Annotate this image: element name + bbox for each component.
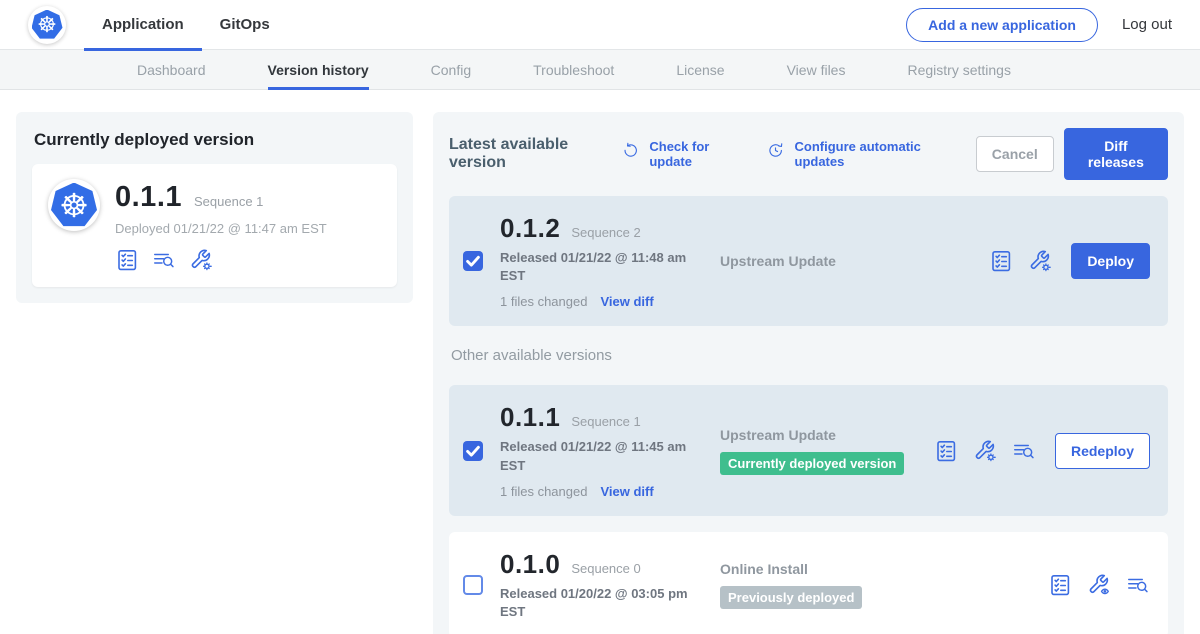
version-row: 0.1.0 Sequence 0 Released 01/20/22 @ 03:… <box>449 532 1168 634</box>
version-sequence: Sequence 0 <box>571 561 640 576</box>
available-header: Latest available version Check for updat… <box>449 128 1168 180</box>
version-number: 0.1.1 <box>500 402 560 433</box>
files-changed-label: 1 files changed <box>500 484 587 499</box>
version-actions: Redeploy <box>934 433 1150 469</box>
app-sub-nav: Dashboard Version history Config Trouble… <box>0 50 1200 90</box>
logs-search-icon[interactable] <box>1012 439 1036 463</box>
preflight-checklist-icon[interactable] <box>115 248 139 272</box>
deploy-button[interactable]: Deploy <box>1071 243 1150 279</box>
version-source-col: Upstream Update <box>720 253 989 269</box>
latest-available-title: Latest available version <box>449 136 606 172</box>
version-sequence: Sequence 1 <box>571 414 640 429</box>
tab-config[interactable]: Config <box>431 50 471 89</box>
version-source-label: Upstream Update <box>720 427 934 443</box>
configure-automatic-updates-label: Configure automatic updates <box>795 139 950 169</box>
tab-version-history[interactable]: Version history <box>268 50 369 89</box>
files-changed-label: 1 files changed <box>500 294 587 309</box>
tab-registry-settings[interactable]: Registry settings <box>907 50 1010 89</box>
schedule-update-icon <box>767 142 788 166</box>
deployed-panel-title: Currently deployed version <box>34 130 397 150</box>
top-nav: ☸ Application GitOps Add a new applicati… <box>0 0 1200 50</box>
kubernetes-icon: ☸ <box>51 183 97 228</box>
version-info: 0.1.0 Sequence 0 Released 01/20/22 @ 03:… <box>500 532 720 634</box>
logs-search-icon[interactable] <box>1126 573 1150 597</box>
config-wrench-gear-icon[interactable] <box>189 248 213 272</box>
version-sequence: Sequence 2 <box>571 225 640 240</box>
app-logo[interactable]: ☸ <box>28 6 66 44</box>
currently-deployed-panel: Currently deployed version ☸ 0.1.1 Seque… <box>16 112 413 303</box>
top-tab-gitops[interactable]: GitOps <box>202 0 288 50</box>
add-application-button[interactable]: Add a new application <box>906 8 1098 42</box>
deployed-version-actions <box>115 248 327 272</box>
refresh-icon <box>622 142 643 166</box>
version-info: 0.1.2 Sequence 2 Released 01/21/22 @ 11:… <box>500 196 720 326</box>
available-versions-panel: Latest available version Check for updat… <box>433 112 1184 634</box>
version-checkbox[interactable] <box>463 575 483 595</box>
main-content: Currently deployed version ☸ 0.1.1 Seque… <box>0 90 1200 634</box>
version-info: 0.1.1 Sequence 1 Released 01/21/22 @ 11:… <box>500 385 720 515</box>
deployed-version-card: ☸ 0.1.1 Sequence 1 Deployed 01/21/22 @ 1… <box>32 164 397 287</box>
version-row: 0.1.2 Sequence 2 Released 01/21/22 @ 11:… <box>449 196 1168 326</box>
version-source-label: Upstream Update <box>720 253 989 269</box>
status-badge: Currently deployed version <box>720 452 904 475</box>
preflight-checklist-icon[interactable] <box>989 249 1013 273</box>
view-diff-link[interactable]: View diff <box>600 484 653 499</box>
kubernetes-icon: ☸ <box>32 10 63 40</box>
version-actions <box>1048 573 1150 597</box>
other-available-versions-title: Other available versions <box>451 347 1168 364</box>
version-released-date: Released 01/21/22 @ 11:45 am EST <box>500 438 700 474</box>
version-actions: Deploy <box>989 243 1150 279</box>
config-wrench-gear-icon[interactable] <box>1028 249 1052 273</box>
version-number: 0.1.0 <box>500 549 560 580</box>
other-versions-list: 0.1.1 Sequence 1 Released 01/21/22 @ 11:… <box>449 385 1168 634</box>
diff-releases-button[interactable]: Diff releases <box>1064 128 1168 180</box>
top-tab-application[interactable]: Application <box>84 0 202 50</box>
logs-search-icon[interactable] <box>152 248 176 272</box>
check-for-update-label: Check for update <box>649 139 740 169</box>
tab-view-files[interactable]: View files <box>787 50 846 89</box>
tab-license[interactable]: License <box>676 50 724 89</box>
files-changed-line: 1 files changed View diff <box>500 294 720 309</box>
tab-dashboard[interactable]: Dashboard <box>137 50 206 89</box>
deployed-version-date: Deployed 01/21/22 @ 11:47 am EST <box>115 221 327 236</box>
version-source-col: Upstream Update Currently deployed versi… <box>720 427 934 475</box>
version-released-date: Released 01/21/22 @ 11:48 am EST <box>500 249 700 285</box>
status-badge: Previously deployed <box>720 586 862 609</box>
preflight-checklist-icon[interactable] <box>1048 573 1072 597</box>
config-wrench-gear-icon[interactable] <box>973 439 997 463</box>
preflight-checklist-icon[interactable] <box>934 439 958 463</box>
logout-link[interactable]: Log out <box>1122 16 1172 33</box>
version-row: 0.1.1 Sequence 1 Released 01/21/22 @ 11:… <box>449 385 1168 515</box>
check-for-update-link[interactable]: Check for update <box>622 139 741 169</box>
version-source-col: Online Install Previously deployed <box>720 561 1048 609</box>
cancel-button[interactable]: Cancel <box>976 136 1054 172</box>
deployed-version-number: 0.1.1 <box>115 181 182 214</box>
app-logo: ☸ <box>48 179 100 231</box>
version-number: 0.1.2 <box>500 213 560 244</box>
redeploy-button[interactable]: Redeploy <box>1055 433 1150 469</box>
tab-troubleshoot[interactable]: Troubleshoot <box>533 50 614 89</box>
view-diff-link[interactable]: View diff <box>600 294 653 309</box>
deployed-version-sequence: Sequence 1 <box>194 194 263 209</box>
version-checkbox[interactable] <box>463 441 483 461</box>
version-checkbox[interactable] <box>463 251 483 271</box>
latest-version-list: 0.1.2 Sequence 2 Released 01/21/22 @ 11:… <box>449 196 1168 326</box>
version-released-date: Released 01/20/22 @ 03:05 pm EST <box>500 585 700 621</box>
configure-automatic-updates-link[interactable]: Configure automatic updates <box>767 139 950 169</box>
version-source-label: Online Install <box>720 561 1048 577</box>
config-wrench-eye-icon[interactable] <box>1087 573 1111 597</box>
files-changed-line: 1 files changed View diff <box>500 484 720 499</box>
